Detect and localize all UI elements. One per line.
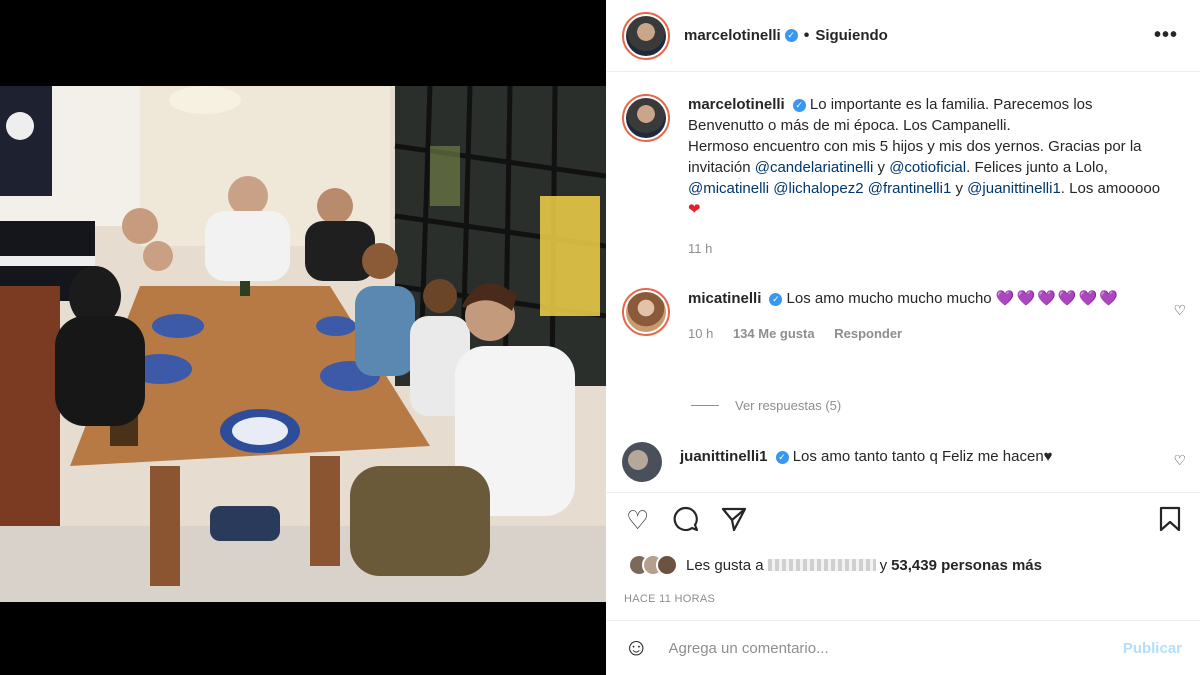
post-header: marcelotinelli ✓ • Siguiendo •••: [606, 0, 1200, 72]
mention-candelariatinelli[interactable]: @candelariatinelli: [755, 159, 874, 176]
following-button[interactable]: Siguiendo: [815, 27, 888, 44]
likes-summary[interactable]: Les gusta a y 53,439 personas más: [628, 554, 1042, 576]
mention-cotioficial[interactable]: @cotioficial: [889, 159, 966, 176]
caption: marcelotinelli ✓ Lo importante es la fami…: [622, 94, 1168, 259]
verified-badge-icon: ✓: [784, 29, 798, 42]
share-icon[interactable]: [720, 505, 748, 540]
separator-dot: •: [803, 26, 810, 44]
heart-icon[interactable]: ♡: [626, 505, 649, 536]
like-comment-heart-icon[interactable]: ♡: [1173, 452, 1186, 469]
liker-avatar: [656, 554, 678, 576]
comment-icon[interactable]: [672, 505, 700, 540]
bookmark-icon[interactable]: [1158, 505, 1182, 540]
mention-lichalopez2[interactable]: @lichalopez2: [773, 180, 863, 197]
comment-text: Los amo tanto tanto q Feliz me hacen♥: [792, 448, 1053, 465]
like-comment-heart-icon[interactable]: ♡: [1173, 302, 1186, 319]
likes-count[interactable]: 53,439 personas más: [891, 557, 1042, 574]
commenter-avatar[interactable]: [622, 288, 670, 336]
mention-frantinelli1[interactable]: @frantinelli1: [868, 180, 952, 197]
view-replies-label[interactable]: Ver respuestas (5): [735, 398, 841, 413]
reply-button[interactable]: Responder: [834, 326, 902, 341]
action-bar: ♡: [606, 492, 1200, 544]
likes-conj: y: [879, 556, 888, 574]
family-dinner-photo: [0, 86, 606, 602]
red-heart-emoji: ❤: [688, 201, 701, 218]
commenter-avatar[interactable]: [622, 442, 662, 482]
author-username[interactable]: marcelotinelli: [684, 27, 781, 44]
post-photo[interactable]: [0, 86, 606, 602]
comment-text: Los amo mucho mucho mucho: [786, 290, 992, 307]
comment-body: micatinelli ✓ Los amo mucho mucho mucho 💜…: [688, 288, 1168, 344]
caption-meta: 11 h: [688, 238, 1168, 259]
comment-likes[interactable]: 134 Me gusta: [733, 326, 815, 341]
caption-conj-2: y: [955, 180, 964, 197]
instagram-post-view: marcelotinelli ✓ • Siguiendo ••• marcelo…: [0, 0, 1200, 675]
purple-hearts-emoji: 💜💜💜💜💜💜: [995, 290, 1120, 307]
verified-badge-icon: ✓: [769, 293, 783, 306]
post-side-panel: marcelotinelli ✓ • Siguiendo ••• marcelo…: [606, 0, 1200, 675]
caption-conj-1: y: [877, 159, 886, 176]
comment-box: ☺ Agrega un comentario... Publicar: [606, 620, 1200, 675]
caption-username[interactable]: marcelotinelli: [688, 96, 785, 113]
view-replies-button[interactable]: Ver respuestas (5): [691, 398, 841, 413]
comment-item: juanittinelli1 ✓ Los amo tanto tanto q Fe…: [622, 442, 1160, 482]
comment-input[interactable]: Agrega un comentario...: [669, 640, 1123, 657]
caption-time[interactable]: 11 h: [688, 241, 712, 256]
blurred-username: [767, 559, 876, 571]
caption-text: marcelotinelli ✓ Lo importante es la fami…: [688, 94, 1168, 259]
comment-meta: 10 h 134 Me gusta Responder: [688, 323, 1168, 344]
verified-badge-icon: ✓: [792, 99, 806, 112]
likes-prefix: Les gusta a: [686, 556, 764, 574]
post-timestamp[interactable]: HACE 11 HORAS: [624, 593, 715, 605]
mention-micatinelli[interactable]: @micatinelli: [688, 180, 769, 197]
commenter-username[interactable]: juanittinelli1: [680, 448, 768, 465]
more-options-icon[interactable]: •••: [1154, 24, 1178, 47]
comment-body: juanittinelli1 ✓ Los amo tanto tanto q Fe…: [680, 446, 1160, 482]
caption-line-4: . Los amooooo: [1060, 180, 1161, 197]
publish-button[interactable]: Publicar: [1123, 640, 1182, 657]
comments-area[interactable]: marcelotinelli ✓ Lo importante es la fami…: [606, 72, 1200, 492]
media-column: [0, 0, 606, 675]
caption-avatar[interactable]: [622, 94, 670, 142]
comment-time[interactable]: 10 h: [688, 326, 713, 341]
verified-badge-icon: ✓: [775, 451, 789, 464]
caption-line-3: . Felices junto a Lolo,: [966, 159, 1108, 176]
emoji-icon[interactable]: ☺: [624, 634, 649, 662]
replies-divider: [691, 405, 719, 406]
commenter-username[interactable]: micatinelli: [688, 290, 761, 307]
mention-juanittinelli1[interactable]: @juanittinelli1: [967, 180, 1061, 197]
author-avatar[interactable]: [622, 11, 670, 60]
comment-item: micatinelli ✓ Los amo mucho mucho mucho 💜…: [622, 288, 1168, 344]
